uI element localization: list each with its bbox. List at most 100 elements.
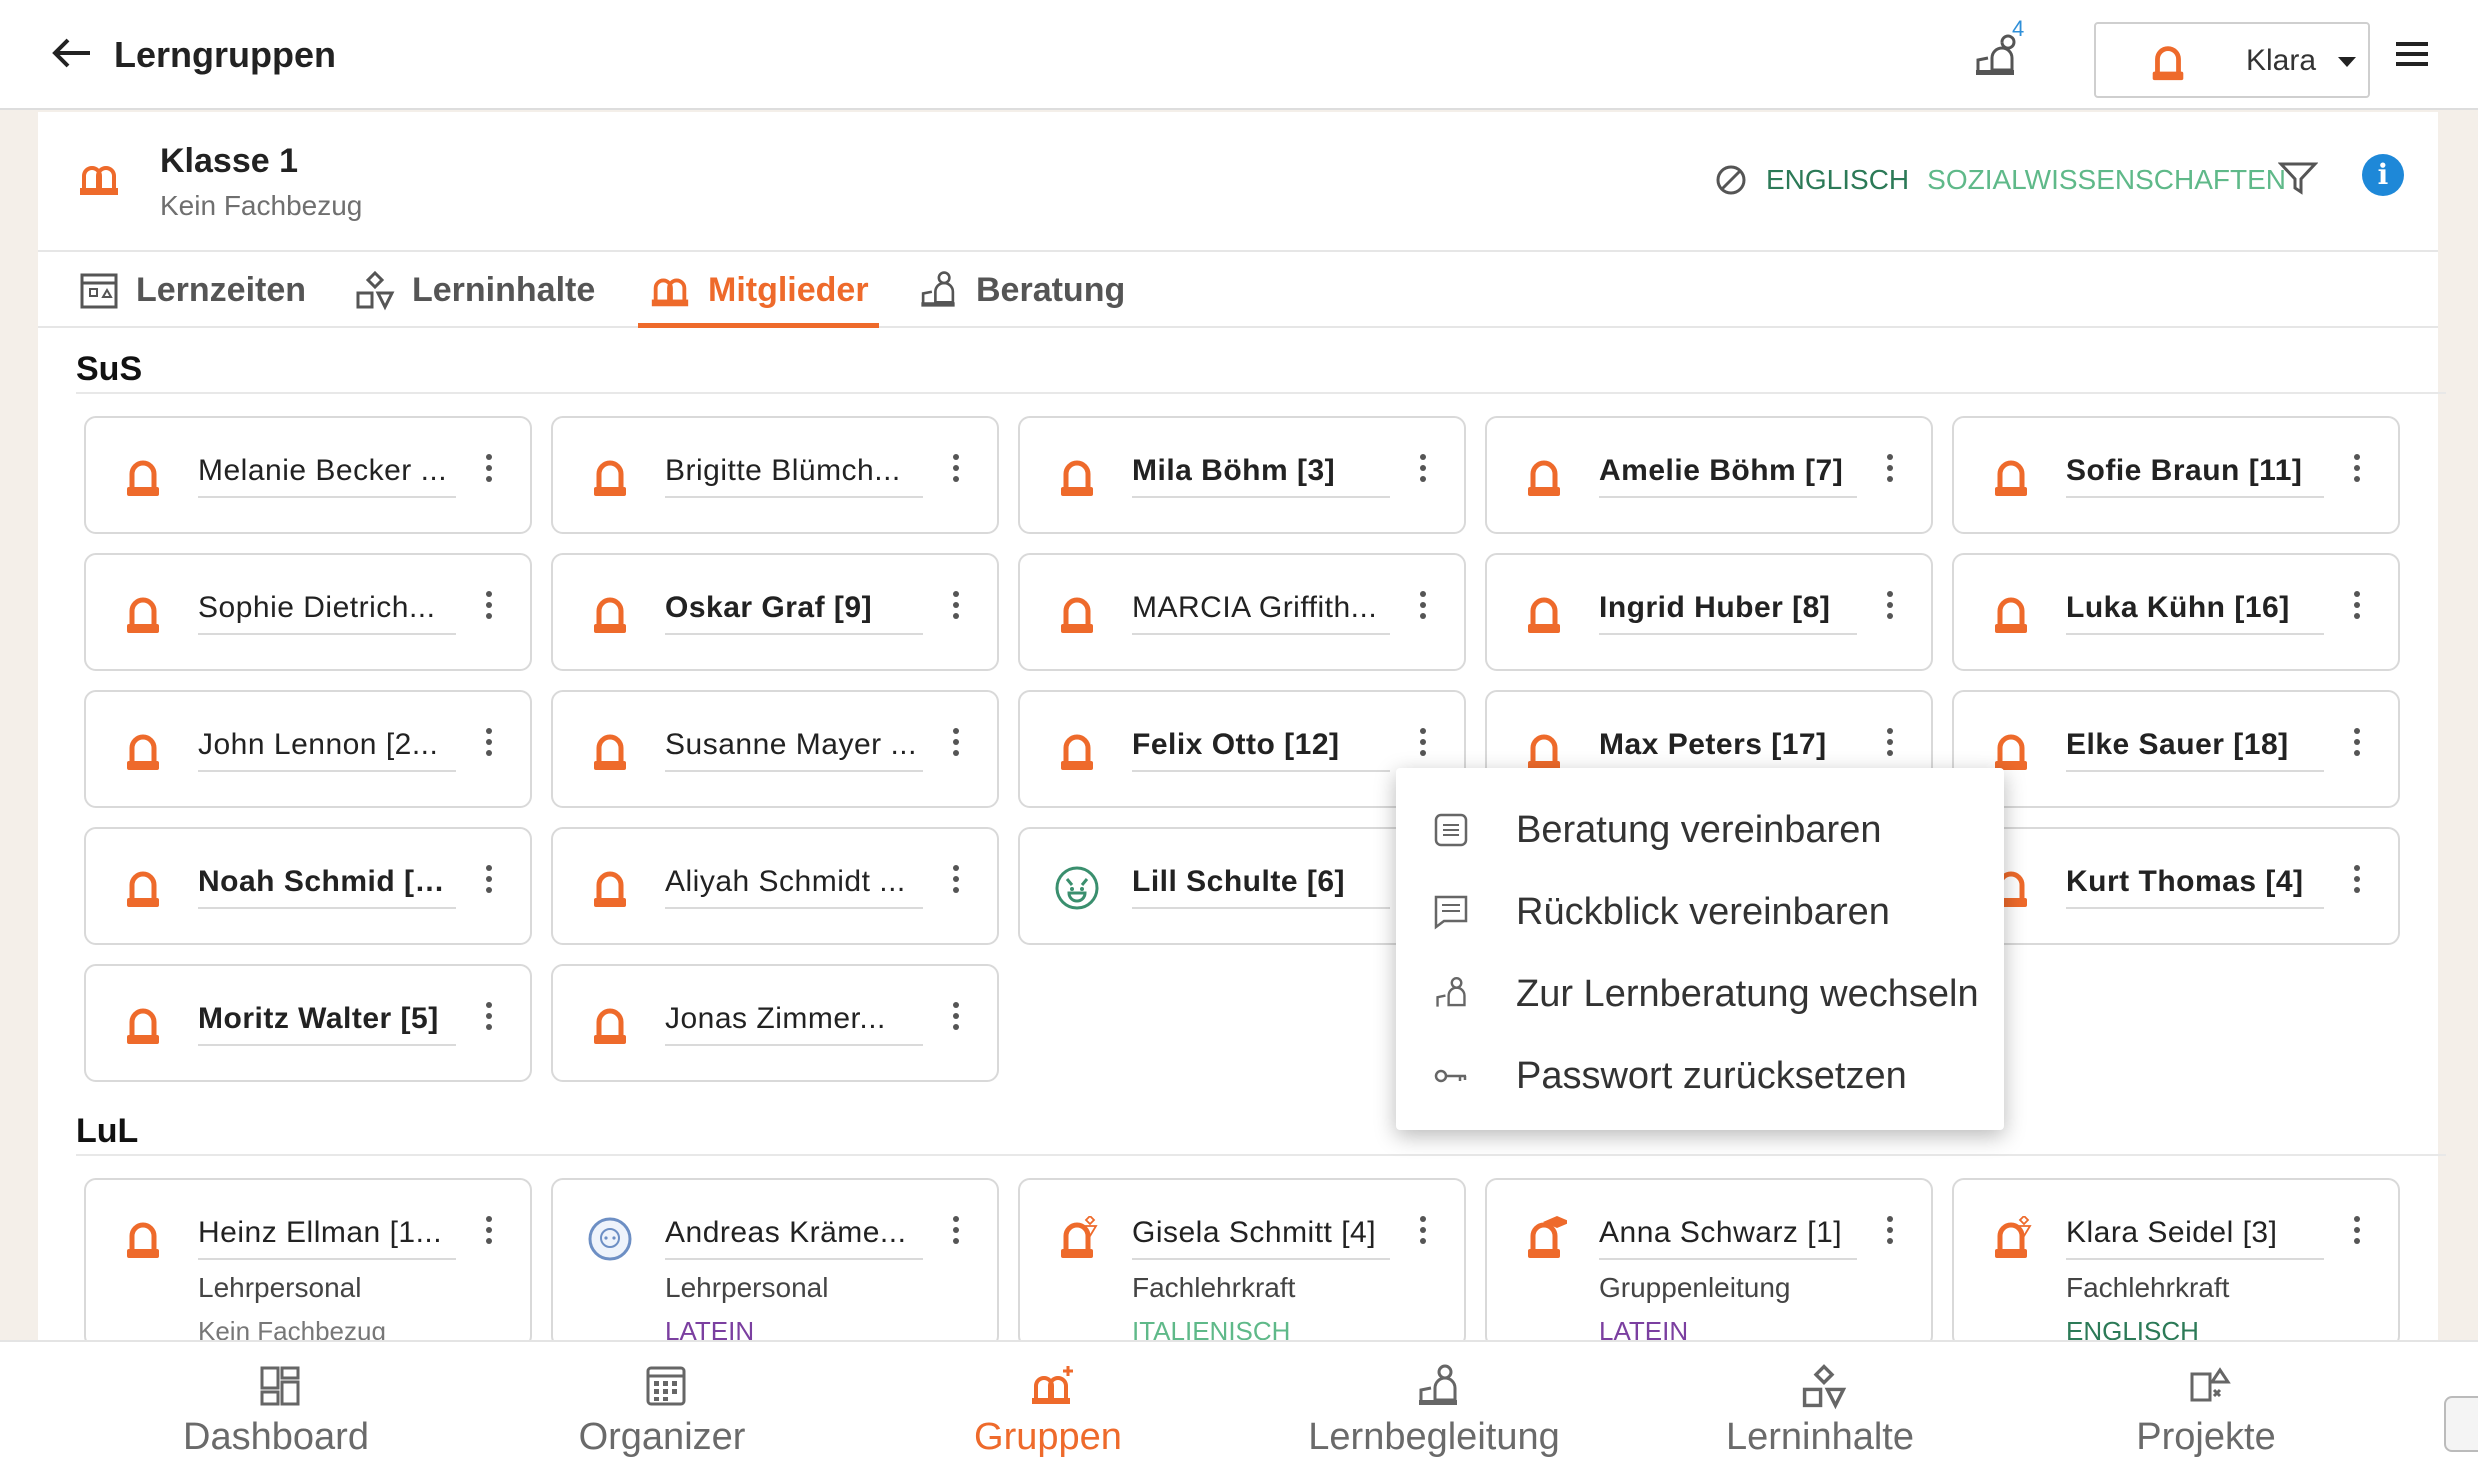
student-card[interactable]: MARCIA Griffith... bbox=[1018, 553, 1466, 671]
student-name: Sofie Braun [11] bbox=[2066, 454, 2324, 498]
teacher-card[interactable]: Anna Schwarz [1] Gruppenleitung LATEIN bbox=[1485, 1178, 1933, 1348]
tab-lernzeiten[interactable]: Lernzeiten bbox=[78, 254, 306, 326]
more-options-icon[interactable] bbox=[953, 865, 961, 901]
menu-item-beratung-vereinbaren[interactable]: Beratung vereinbaren bbox=[1396, 790, 2004, 870]
student-card[interactable]: Melanie Becker ... bbox=[84, 416, 532, 534]
info-icon[interactable]: i bbox=[2362, 154, 2404, 196]
more-options-icon[interactable] bbox=[953, 728, 961, 764]
more-options-icon[interactable] bbox=[2354, 1216, 2362, 1252]
review-icon bbox=[1434, 895, 1468, 930]
menu-item-rueckblick-vereinbaren[interactable]: Rückblick vereinbaren bbox=[1396, 872, 2004, 952]
student-card[interactable]: Jonas Zimmer... bbox=[551, 964, 999, 1082]
more-options-icon[interactable] bbox=[1887, 591, 1895, 627]
tab-bar: Lernzeiten Lerninhalte Mitglieder Beratu… bbox=[38, 254, 2438, 328]
menu-item-label: Passwort zurücksetzen bbox=[1516, 1054, 1907, 1097]
student-card[interactable]: Moritz Walter [5] bbox=[84, 964, 532, 1082]
more-options-icon[interactable] bbox=[486, 1216, 494, 1252]
more-options-icon[interactable] bbox=[2354, 591, 2362, 627]
group-leader-avatar-icon bbox=[1521, 1216, 1567, 1262]
tab-lerninhalte[interactable]: Lerninhalte bbox=[354, 254, 595, 326]
nav-organizer[interactable]: Organizer bbox=[472, 1342, 852, 1476]
student-card[interactable]: Luka Kühn [16] bbox=[1952, 553, 2400, 671]
more-options-icon[interactable] bbox=[2354, 865, 2362, 901]
filter-icon[interactable] bbox=[2278, 160, 2318, 196]
note-icon bbox=[1434, 813, 1468, 847]
subject-english[interactable]: ENGLISCH bbox=[1766, 164, 1909, 196]
more-options-icon[interactable] bbox=[1887, 454, 1895, 490]
more-options-icon[interactable] bbox=[1420, 1216, 1428, 1252]
dashboard-icon bbox=[260, 1366, 300, 1406]
student-name: Susanne Mayer ... bbox=[665, 728, 923, 772]
teacher-card[interactable]: Gisela Schmitt [4] Fachlehrkraft ITALIENIS… bbox=[1018, 1178, 1466, 1348]
group-panel: Klasse 1 Kein Fachbezug ENGLISCH SOZIALW… bbox=[38, 112, 2446, 1348]
section-students-title: SuS bbox=[76, 350, 143, 388]
teacher-card[interactable]: Heinz Ellman [1... Lehrpersonal Kein Fachb… bbox=[84, 1178, 532, 1348]
more-options-icon[interactable] bbox=[486, 865, 494, 901]
back-arrow-icon[interactable] bbox=[48, 28, 98, 78]
more-options-icon[interactable] bbox=[953, 591, 961, 627]
more-options-icon[interactable] bbox=[1420, 591, 1428, 627]
more-options-icon[interactable] bbox=[953, 1002, 961, 1038]
student-avatar-icon bbox=[1054, 728, 1100, 774]
calendar-icon bbox=[80, 273, 118, 309]
student-card[interactable]: Sophie Dietrich... bbox=[84, 553, 532, 671]
more-options-icon[interactable] bbox=[1887, 1216, 1895, 1252]
tab-beratung[interactable]: Beratung bbox=[916, 254, 1125, 326]
group-icon bbox=[76, 158, 122, 203]
student-avatar-icon bbox=[587, 1002, 633, 1048]
student-card[interactable]: Aliyah Schmidt ... bbox=[551, 827, 999, 945]
more-options-icon[interactable] bbox=[2354, 454, 2362, 490]
more-options-icon[interactable] bbox=[486, 728, 494, 764]
student-avatar-icon bbox=[1054, 454, 1100, 500]
nav-dashboard[interactable]: Dashboard bbox=[86, 1342, 466, 1476]
more-options-icon[interactable] bbox=[1420, 454, 1428, 490]
subject-social-sciences[interactable]: SOZIALWISSENSCHAFTEN bbox=[1927, 164, 2286, 196]
student-avatar-icon bbox=[1054, 591, 1100, 637]
student-card[interactable]: Mila Böhm [3] bbox=[1018, 416, 1466, 534]
student-card[interactable]: Elke Sauer [18] bbox=[1952, 690, 2400, 808]
teacher-role: Lehrpersonal bbox=[198, 1272, 362, 1303]
student-card[interactable]: Noah Schmid [20] bbox=[84, 827, 532, 945]
more-options-icon[interactable] bbox=[953, 1216, 961, 1252]
student-card[interactable]: Sofie Braun [11] bbox=[1952, 416, 2400, 534]
hamburger-menu-icon[interactable] bbox=[2396, 42, 2428, 68]
student-card[interactable]: Kurt Thomas [4] bbox=[1952, 827, 2400, 945]
more-options-icon[interactable] bbox=[486, 454, 494, 490]
nav-label: Gruppen bbox=[974, 1416, 1122, 1458]
side-toggle-button[interactable] bbox=[2444, 1396, 2478, 1452]
student-avatar-icon bbox=[1988, 454, 2034, 500]
student-card[interactable]: John Lennon [2... bbox=[84, 690, 532, 808]
nav-gruppen[interactable]: Gruppen bbox=[858, 1342, 1238, 1476]
more-options-icon[interactable] bbox=[1420, 728, 1428, 764]
user-selector[interactable]: Klara bbox=[2094, 22, 2370, 98]
tab-mitglieder[interactable]: Mitglieder bbox=[638, 254, 879, 328]
more-options-icon[interactable] bbox=[1887, 728, 1895, 764]
more-options-icon[interactable] bbox=[486, 591, 494, 627]
nav-lerninhalte[interactable]: Lerninhalte bbox=[1630, 1342, 2010, 1476]
teacher-name: Andreas Kräme... bbox=[665, 1216, 923, 1260]
nav-projekte[interactable]: Projekte bbox=[2016, 1342, 2396, 1476]
student-card[interactable]: Susanne Mayer ... bbox=[551, 690, 999, 808]
teacher-card[interactable]: Andreas Kräme... Lehrpersonal LATEIN bbox=[551, 1178, 999, 1348]
menu-item-zur-lernberatung-wechseln[interactable]: Zur Lernberatung wechseln bbox=[1396, 954, 2004, 1034]
more-options-icon[interactable] bbox=[2354, 728, 2362, 764]
calendar-grid-icon bbox=[646, 1366, 686, 1406]
tab-label: Beratung bbox=[976, 270, 1126, 309]
student-avatar-icon bbox=[587, 865, 633, 911]
student-name: Elke Sauer [18] bbox=[2066, 728, 2324, 772]
nav-lernbegleitung[interactable]: Lernbegleitung bbox=[1244, 1342, 1624, 1476]
teacher-card[interactable]: Klara Seidel [3] Fachlehrkraft ENGLISCH bbox=[1952, 1178, 2400, 1348]
student-card[interactable]: Amelie Böhm [7] bbox=[1485, 416, 1933, 534]
menu-item-passwort-zuruecksetzen[interactable]: Passwort zurücksetzen bbox=[1396, 1036, 2004, 1116]
more-options-icon[interactable] bbox=[486, 1002, 494, 1038]
student-card[interactable]: Ingrid Huber [8] bbox=[1485, 553, 1933, 671]
student-card[interactable]: Oskar Graf [9] bbox=[551, 553, 999, 671]
no-subject-icon bbox=[1716, 165, 1746, 195]
consult-icon bbox=[1419, 1364, 1457, 1405]
tab-label: Lerninhalte bbox=[412, 270, 596, 309]
menu-item-label: Beratung vereinbaren bbox=[1516, 808, 1882, 851]
student-avatar-icon bbox=[1521, 591, 1567, 637]
menu-item-label: Zur Lernberatung wechseln bbox=[1516, 972, 1979, 1015]
more-options-icon[interactable] bbox=[953, 454, 961, 490]
student-card[interactable]: Brigitte Blümch... bbox=[551, 416, 999, 534]
